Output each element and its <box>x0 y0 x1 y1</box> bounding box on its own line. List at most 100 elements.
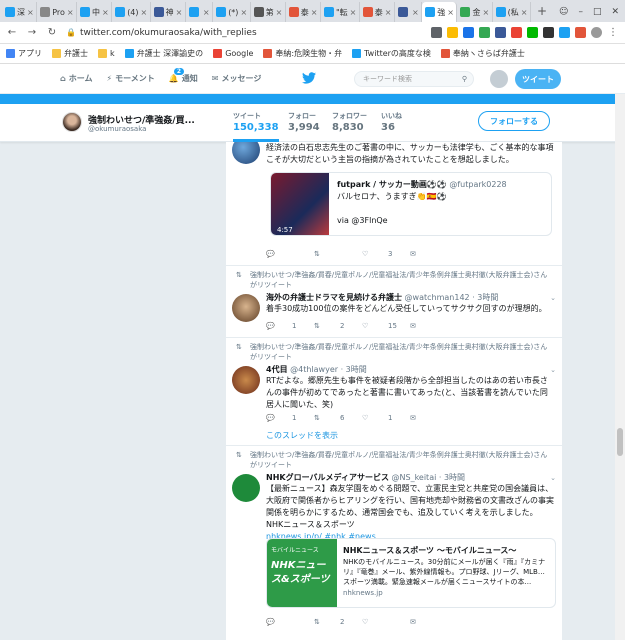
browser-tab[interactable]: Pro × <box>37 2 77 22</box>
browser-tab[interactable]: (私 × <box>493 2 531 22</box>
like-button[interactable]: ♡ <box>362 618 410 626</box>
account-avatar[interactable] <box>490 70 508 88</box>
profile-handle[interactable]: @okumuraosaka <box>88 125 146 133</box>
like-button[interactable]: ♡ 3 <box>362 250 410 258</box>
tweet[interactable]: 経済法の白石忠志先生のご著書の中に、サッカーも法律学も、ごく基本的な事項こそが大… <box>226 142 562 266</box>
search-input[interactable]: キーワード検索 ⚲ <box>354 71 474 87</box>
nav-moments[interactable]: ⚡ モーメント <box>107 73 155 84</box>
retweet-button[interactable]: ⇅ <box>314 250 362 258</box>
bookmark-item[interactable]: k <box>98 49 115 58</box>
browser-tab[interactable]: 強 × <box>422 2 458 22</box>
key-icon[interactable] <box>431 27 442 38</box>
tab-close-icon[interactable]: × <box>412 8 419 17</box>
stat-likes[interactable]: いいね 36 <box>381 111 402 133</box>
tweet-author-handle[interactable]: @4thlawyer <box>290 365 338 374</box>
bookmark-item[interactable]: 弁護士 深澤諭史の <box>124 48 203 59</box>
browser-tab[interactable]: 神 × <box>151 2 186 22</box>
close-icon[interactable]: ✕ <box>611 7 619 17</box>
retweet-button[interactable]: ⇅ 2 <box>314 322 362 330</box>
tab-close-icon[interactable]: × <box>311 8 318 17</box>
tab-close-icon[interactable]: × <box>385 8 392 17</box>
tweet-time[interactable]: · 3時間 <box>439 473 465 482</box>
tab-close-icon[interactable]: × <box>350 8 357 17</box>
tab-close-icon[interactable]: × <box>102 8 109 17</box>
stat-followers[interactable]: フォロワー 8,830 <box>332 111 367 133</box>
tweet[interactable]: ⇅ 強制わいせつ/準強姦/買春/児童ポルノ/児童福祉法/青少年条例弁護士奥村徹(… <box>226 266 562 338</box>
link-card[interactable]: モバイルニュース NHKニュース&スポーツ NHKニュース＆スポーツ 〜モバイル… <box>266 538 556 608</box>
tab-close-icon[interactable]: × <box>67 8 74 17</box>
tweet-author-handle[interactable]: @watchman142 <box>405 293 470 302</box>
chevron-down-icon[interactable]: ⌄ <box>550 474 556 482</box>
extension-icon[interactable] <box>479 27 490 38</box>
reply-button[interactable]: 💬 1 <box>266 322 314 330</box>
bookmark-item[interactable]: Twitterの高度な検 <box>352 48 431 59</box>
reply-button[interactable]: 💬 <box>266 250 314 258</box>
show-thread-link[interactable]: このスレッドを表示 <box>266 430 338 441</box>
tab-close-icon[interactable]: × <box>240 8 247 17</box>
quoted-tweet-card[interactable]: 4:57 futpark / サッカー動画⚽⚽ @futpark0228 バルセ… <box>270 172 552 236</box>
tab-close-icon[interactable]: × <box>447 8 454 17</box>
star-icon[interactable] <box>447 27 458 38</box>
tweet-avatar[interactable] <box>232 366 260 394</box>
scrollbar-thumb[interactable] <box>617 428 623 456</box>
reply-button[interactable]: 💬 1 <box>266 414 314 422</box>
tweet-avatar[interactable] <box>232 142 260 164</box>
extension-icon[interactable] <box>511 27 522 38</box>
chevron-down-icon[interactable]: ⌄ <box>550 294 556 302</box>
tweet-time[interactable]: · 3時間 <box>472 293 498 302</box>
tab-close-icon[interactable]: × <box>27 8 34 17</box>
user-icon[interactable]: ☺ <box>559 7 568 17</box>
tweet-author-name[interactable]: 海外の弁護士ドラマを見続ける弁護士 <box>266 293 402 302</box>
tweet-author-name[interactable]: NHKグローバルメディアサービス <box>266 473 389 482</box>
tab-close-icon[interactable]: × <box>482 8 489 17</box>
new-tab-icon[interactable]: + <box>531 4 553 18</box>
tab-close-icon[interactable]: × <box>276 8 283 17</box>
retweet-button[interactable]: ⇅ 6 <box>314 414 362 422</box>
back-icon[interactable]: ← <box>6 27 18 38</box>
tweet-avatar[interactable] <box>232 294 260 322</box>
twitter-bird-icon[interactable] <box>302 72 316 84</box>
tweet[interactable]: ⇅ 強制わいせつ/準強姦/買春/児童ポルノ/児童福祉法/青少年条例弁護士奥村徹(… <box>226 446 562 640</box>
stat-tweets[interactable]: ツイート 150,338 <box>233 111 279 142</box>
retweet-button[interactable]: ⇅ 2 <box>314 618 362 626</box>
menu-icon[interactable]: ⋮ <box>607 27 619 38</box>
browser-tab[interactable]: 金 × <box>457 2 493 22</box>
reply-button[interactable]: 💬 <box>266 618 314 626</box>
video-thumbnail[interactable]: 4:57 <box>271 173 329 235</box>
reload-icon[interactable]: ↻ <box>46 27 58 38</box>
forward-icon[interactable]: → <box>26 27 38 38</box>
minimize-icon[interactable]: – <box>578 7 583 17</box>
browser-tab[interactable]: 泰 × <box>360 2 395 22</box>
extension-icon[interactable] <box>543 27 554 38</box>
bookmark-item[interactable]: 奉納:危険生物・弁 <box>263 48 342 59</box>
browser-tab[interactable]: × <box>395 2 423 22</box>
browser-tab[interactable]: 中 × <box>77 2 113 22</box>
bookmark-item[interactable]: 弁護士 <box>52 48 88 59</box>
tab-close-icon[interactable]: × <box>521 8 528 17</box>
browser-tab[interactable]: 泰 × <box>286 2 321 22</box>
extension-icon[interactable] <box>527 27 538 38</box>
profile-avatar[interactable] <box>62 112 82 132</box>
page-scrollbar[interactable] <box>615 94 625 640</box>
chevron-down-icon[interactable]: ⌄ <box>550 366 556 374</box>
browser-tab[interactable]: (*) × <box>213 2 251 22</box>
extension-icon[interactable] <box>463 27 474 38</box>
nav-messages[interactable]: ✉ メッセージ <box>212 73 262 84</box>
tweet-author-handle[interactable]: @NS_keitai <box>392 473 437 482</box>
dm-button[interactable]: ✉ <box>410 618 458 626</box>
tab-close-icon[interactable]: × <box>176 8 183 17</box>
like-button[interactable]: ♡ 15 <box>362 322 410 330</box>
search-icon[interactable]: ⚲ <box>462 75 467 83</box>
dm-button[interactable]: ✉ <box>410 414 458 422</box>
profile-icon[interactable] <box>591 27 602 38</box>
bookmark-item[interactable]: アプリ <box>6 48 42 59</box>
tweet[interactable]: ⇅ 強制わいせつ/準強姦/買春/児童ポルノ/児童福祉法/青少年条例弁護士奥村徹(… <box>226 338 562 446</box>
bookmark-item[interactable]: Google <box>213 49 253 58</box>
browser-tab[interactable]: × <box>186 2 214 22</box>
follow-button[interactable]: フォローする <box>478 111 550 131</box>
url-field[interactable]: 🔒 twitter.com/okumuraosaka/with_replies <box>66 28 423 38</box>
tweet-author-name[interactable]: 4代目 <box>266 365 288 374</box>
dm-button[interactable]: ✉ <box>410 322 458 330</box>
nav-notifications[interactable]: 🔔 2 通知 <box>169 67 198 84</box>
browser-tab[interactable]: 深 × <box>2 2 38 22</box>
